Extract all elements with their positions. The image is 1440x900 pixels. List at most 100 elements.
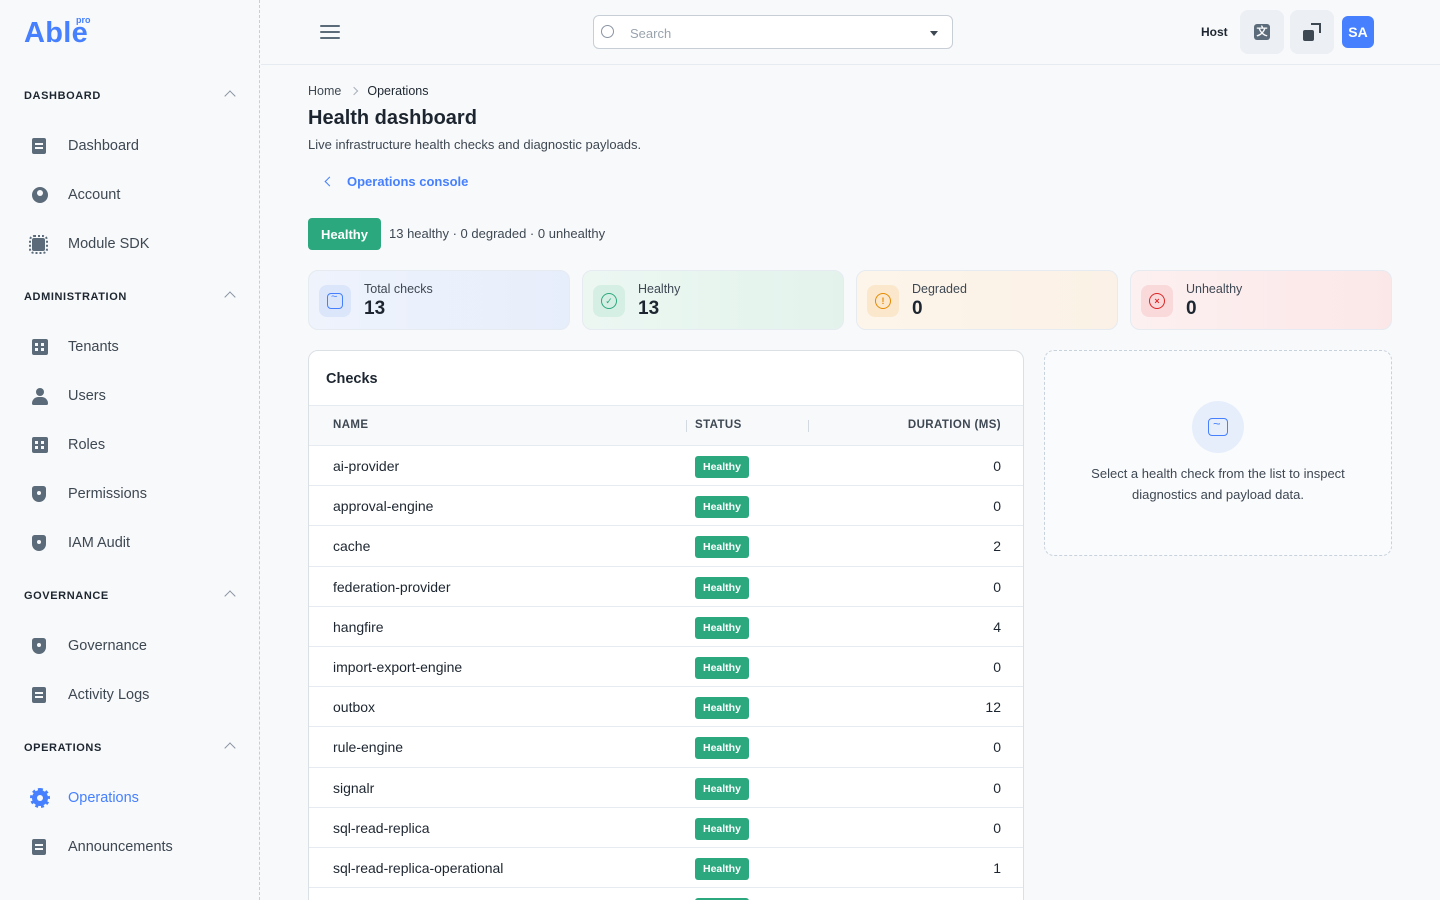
column-status[interactable]: STATUS [695, 419, 742, 431]
column-duration[interactable]: DURATION (MS) [908, 419, 1001, 431]
status-badge: Healthy [695, 496, 749, 519]
check-circle-icon: ✓ [593, 285, 625, 317]
sidebar-item-label: IAM Audit [68, 535, 131, 551]
stat-value: 13 [638, 298, 660, 319]
table-row[interactable]: ai-provider Healthy 0 [309, 446, 1023, 487]
check-duration: 12 [985, 699, 1001, 716]
host-label: Host [1201, 25, 1228, 39]
table-row[interactable]: hangfire Healthy 4 [309, 607, 1023, 647]
sidebar-item-label: Module SDK [68, 236, 150, 252]
user-circle-icon [32, 187, 48, 203]
page-subtitle: Live infrastructure health checks and di… [308, 137, 642, 152]
sidebar-item-announcements[interactable]: Announcements [24, 829, 236, 865]
table-row[interactable]: sql-read-replica-operational Healthy 1 [309, 848, 1023, 889]
gear-icon [30, 788, 50, 808]
x-circle-icon: × [1141, 285, 1173, 317]
menu-toggle-icon[interactable] [320, 25, 340, 39]
building-icon [32, 339, 48, 355]
shield-icon [32, 486, 46, 502]
sidebar-item-label: Permissions [68, 486, 147, 502]
section-label: DASHBOARD [24, 90, 101, 102]
section-dashboard[interactable]: DASHBOARD [24, 87, 236, 107]
sidebar-item-label: Governance [68, 638, 147, 654]
sidebar-item-users[interactable]: Users [24, 378, 236, 414]
checks-title: Checks [326, 371, 378, 387]
section-governance[interactable]: GOVERNANCE [24, 587, 236, 607]
id-badge-icon [32, 437, 48, 453]
table-row[interactable]: sql-read-replica Healthy 0 [309, 808, 1023, 848]
caret-down-icon[interactable] [930, 31, 938, 36]
stat-label: Total checks [364, 282, 433, 296]
document-icon [32, 138, 46, 154]
breadcrumb-home[interactable]: Home [308, 84, 341, 98]
avatar[interactable]: SA [1342, 16, 1374, 48]
back-link-label: Operations console [347, 174, 469, 189]
shield-icon [32, 535, 46, 551]
search-box[interactable] [593, 15, 953, 49]
status-badge: Healthy [695, 697, 749, 720]
sidebar-item-roles[interactable]: Roles [24, 427, 236, 463]
check-duration: 0 [993, 458, 1001, 474]
check-name: sql-read-replica-operational [333, 859, 504, 876]
sidebar-item-label: Tenants [68, 339, 119, 355]
table-row[interactable]: cache Healthy 2 [309, 526, 1023, 567]
chevron-up-icon [224, 291, 236, 303]
section-operations[interactable]: OPERATIONS [24, 739, 236, 759]
check-name: rule-engine [333, 739, 404, 756]
language-button[interactable]: 文 [1240, 10, 1284, 54]
page-title: Health dashboard [308, 107, 477, 129]
sidebar-item-operations[interactable]: Operations [24, 780, 236, 816]
check-duration: 4 [993, 618, 1001, 635]
section-administration[interactable]: ADMINISTRATION [24, 288, 236, 308]
warning-circle-icon: ! [867, 285, 899, 317]
check-name: ai-provider [333, 458, 400, 474]
column-name[interactable]: NAME [333, 419, 368, 431]
stat-label: Unhealthy [1186, 282, 1243, 296]
table-row[interactable]: outbox Healthy 12 [309, 687, 1023, 728]
sidebar-item-account[interactable]: Account [24, 177, 236, 213]
sidebar-item-governance[interactable]: Governance [24, 628, 236, 664]
sidebar-item-tenants[interactable]: Tenants [24, 329, 236, 365]
check-name: signalr [333, 779, 375, 796]
search-input[interactable] [630, 24, 910, 42]
status-badge: Healthy [695, 456, 749, 478]
check-duration: 0 [993, 658, 1001, 675]
search-icon [601, 25, 614, 38]
section-label: OPERATIONS [24, 742, 102, 754]
external-link-icon [1303, 23, 1321, 41]
table-row[interactable]: approval-engine Healthy 0 [309, 486, 1023, 527]
translate-icon: 文 [1254, 24, 1270, 40]
check-duration: 2 [993, 538, 1001, 555]
sidebar-item-iam-audit[interactable]: IAM Audit [24, 525, 236, 561]
check-name: federation-provider [333, 578, 451, 595]
sidebar-item-label: Operations [68, 790, 139, 806]
external-link-button[interactable] [1290, 10, 1334, 54]
sidebar-item-label: Activity Logs [68, 687, 150, 703]
stat-label: Degraded [912, 282, 967, 296]
chevron-up-icon [224, 742, 236, 754]
status-summary: 13 healthy · 0 degraded · 0 unhealthy [389, 226, 606, 241]
table-row[interactable]: rule-engine Healthy 0 [309, 727, 1023, 768]
table-row[interactable]: signalr Healthy 0 [309, 768, 1023, 808]
table-header: NAME STATUS DURATION (MS) [309, 405, 1023, 446]
sidebar-item-permissions[interactable]: Permissions [24, 476, 236, 512]
sidebar-item-label: Dashboard [68, 138, 139, 154]
sidebar-item-activity-logs[interactable]: Activity Logs [24, 677, 236, 713]
table-row[interactable]: Healthy [309, 888, 1023, 900]
sidebar-item-dashboard[interactable]: Dashboard [24, 128, 236, 164]
detail-panel: Select a health check from the list to i… [1044, 350, 1392, 556]
back-link[interactable]: Operations console [322, 174, 468, 189]
stat-label: Healthy [638, 282, 681, 296]
table-body: ai-provider Healthy 0 approval-engine Health… [309, 446, 1023, 900]
sidebar-item-label: Account [68, 187, 121, 203]
chevron-up-icon [224, 590, 236, 602]
brand-badge: pro [76, 15, 91, 25]
check-duration: 0 [993, 819, 1001, 836]
sidebar: Able pro DASHBOARD Dashboard Account Mod… [0, 0, 260, 900]
sidebar-item-module-sdk[interactable]: Module SDK [24, 226, 236, 262]
status-badge: Healthy [695, 737, 749, 760]
table-row[interactable]: import-export-engine Healthy 0 [309, 647, 1023, 688]
table-row[interactable]: federation-provider Healthy 0 [309, 567, 1023, 607]
check-name: approval-engine [333, 498, 434, 515]
check-duration: 0 [993, 779, 1001, 796]
